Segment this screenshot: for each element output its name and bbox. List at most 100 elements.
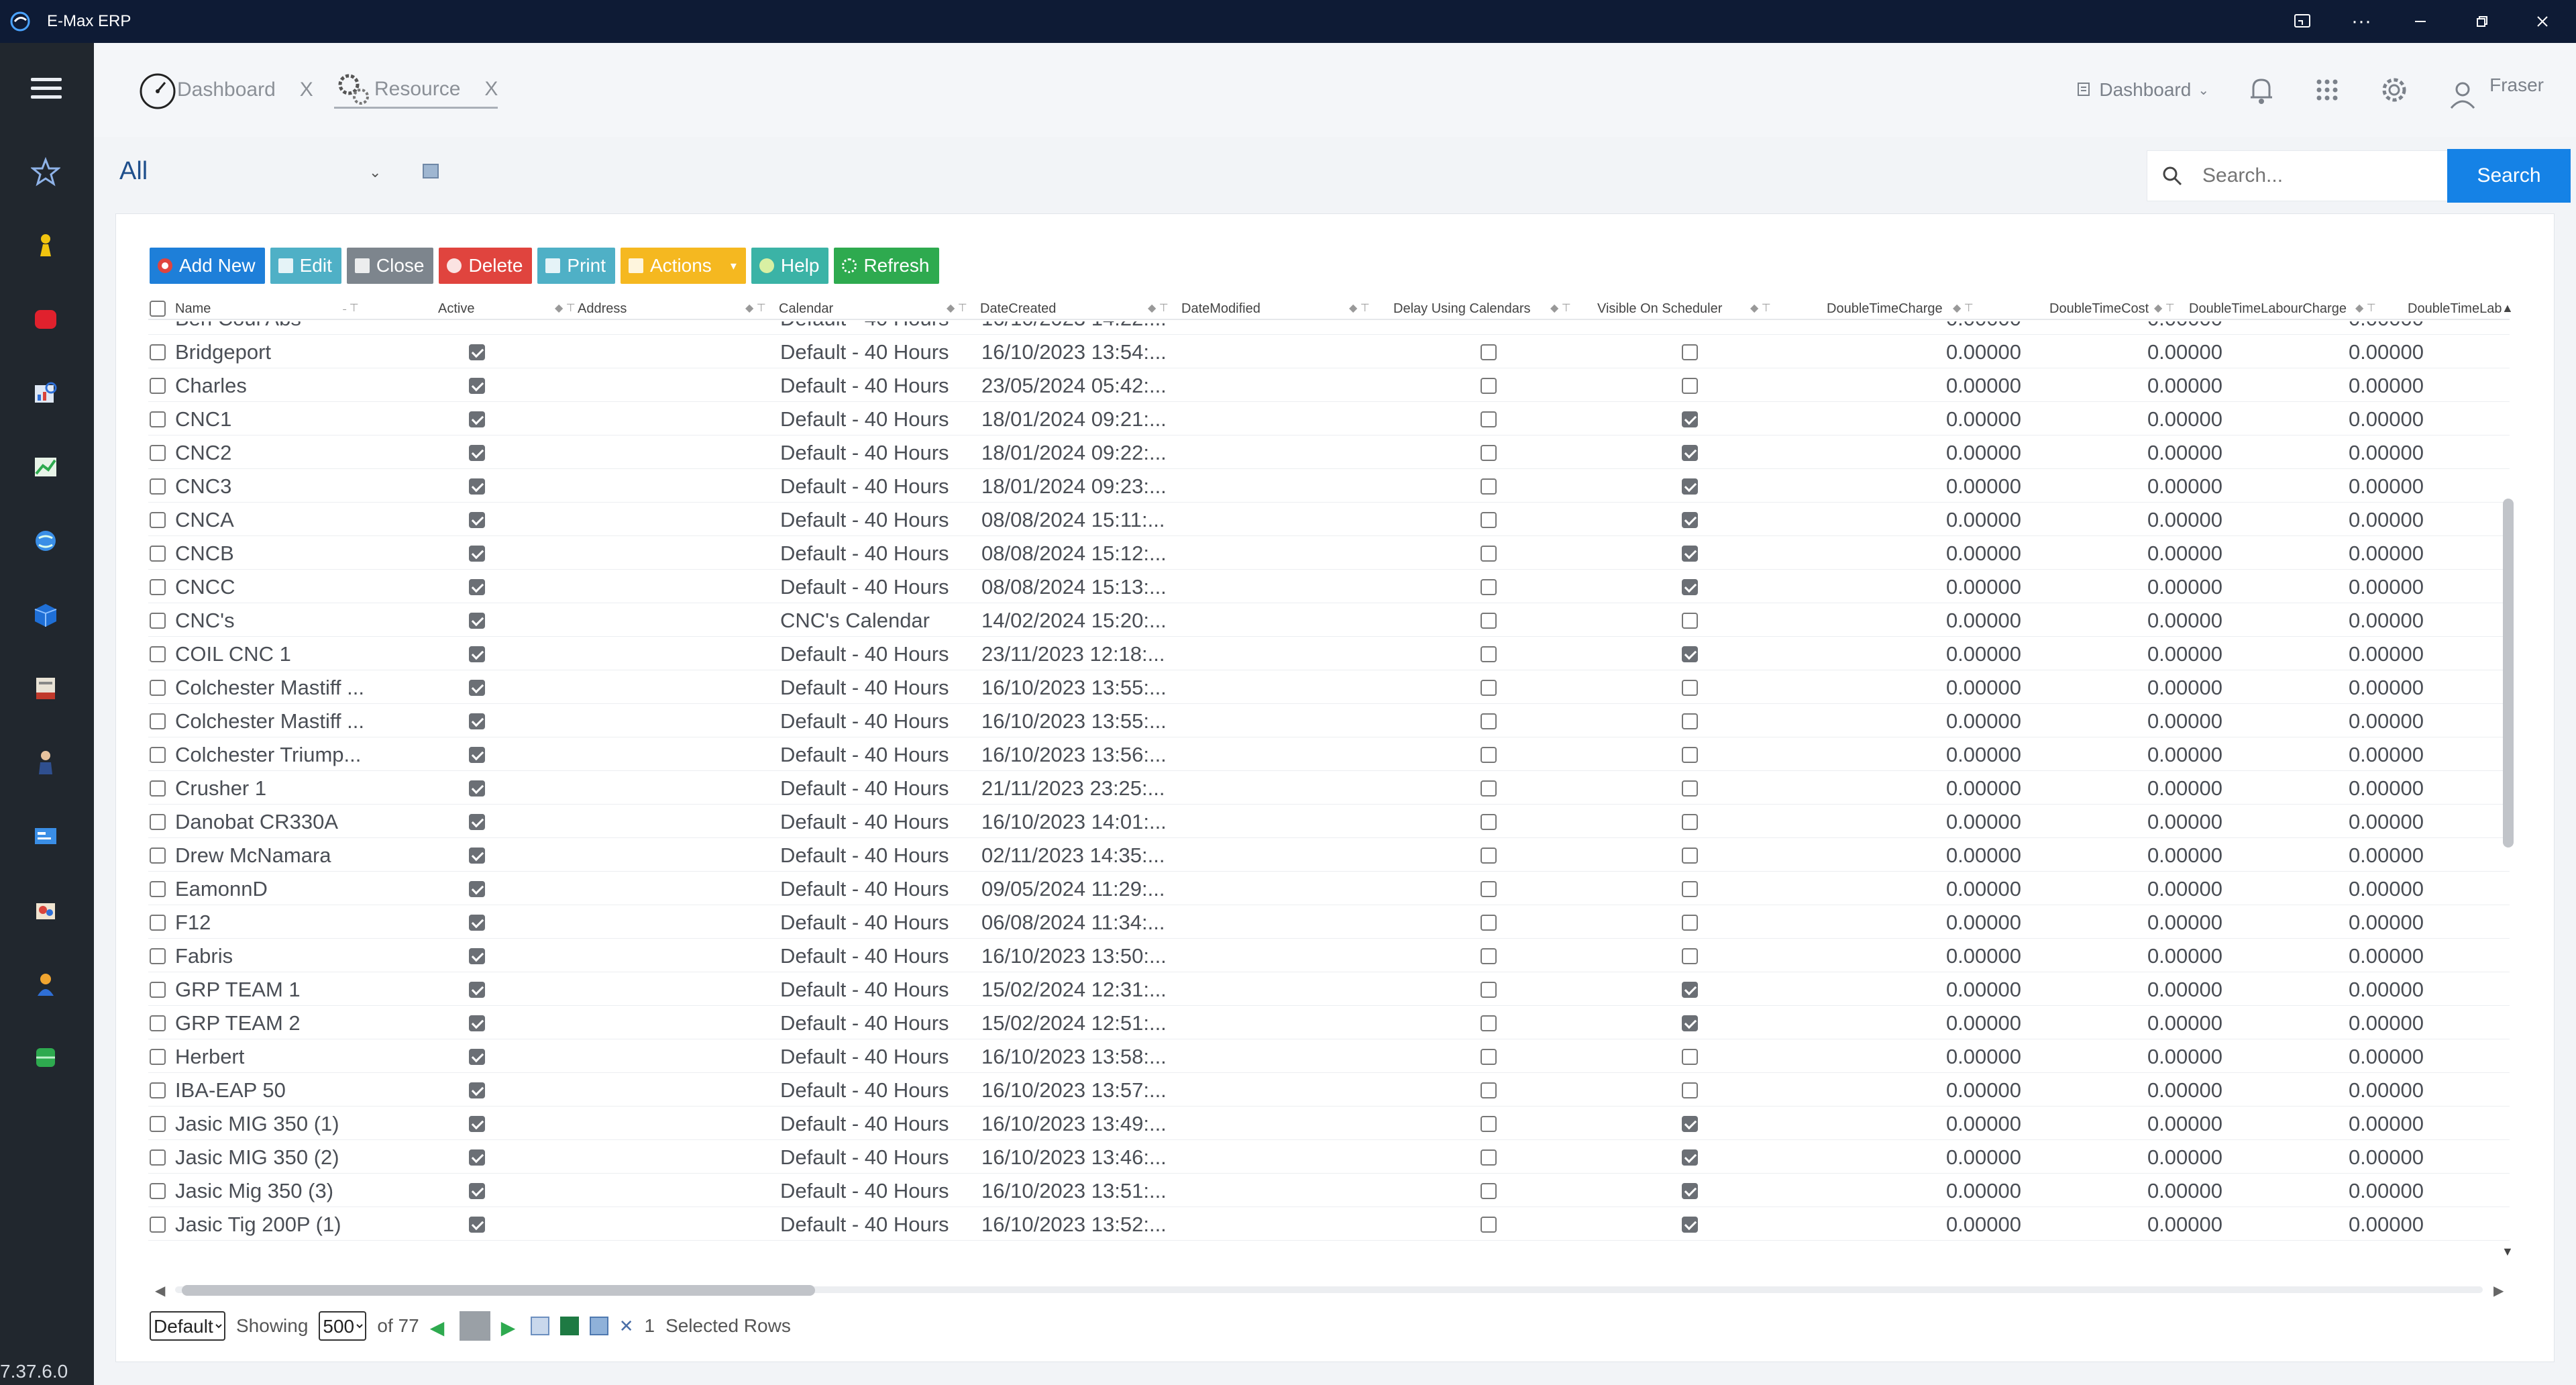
dt-charge-filter-icon[interactable]: ◆ ⊤ <box>1953 301 1974 315</box>
row-select-checkbox[interactable] <box>150 680 166 696</box>
table-row[interactable]: Colchester Mastiff ... Default - 40 Hours… <box>148 704 2510 737</box>
row-select-checkbox[interactable] <box>150 982 166 998</box>
print-button[interactable]: Print <box>537 248 615 284</box>
records-red-icon[interactable] <box>31 305 60 334</box>
table-row-partial[interactable]: Ben Coul Abs Default - 40 Hours 16/10/20… <box>148 321 2510 335</box>
previous-page-icon[interactable]: ◀ <box>430 1317 449 1338</box>
row-select-checkbox[interactable] <box>150 915 166 931</box>
col-dt-labour-header[interactable]: DoubleTimeLabourCharge <box>2189 301 2347 317</box>
row-select-checkbox[interactable] <box>150 1082 166 1098</box>
table-row[interactable]: CNCB Default - 40 Hours 08/08/2024 15:12:.… <box>148 536 2510 570</box>
tab-dashboard[interactable]: Dashboard X <box>138 71 313 109</box>
tab-resource[interactable]: Resource X <box>334 71 498 109</box>
table-row[interactable]: CNCC Default - 40 Hours 08/08/2024 15:13:.… <box>148 570 2510 603</box>
table-row[interactable]: CNC's CNC's Calendar 14/02/2024 15:20:... 0… <box>148 603 2510 637</box>
row-select-checkbox[interactable] <box>150 546 166 562</box>
table-row[interactable]: Jasic TIG 200P (2)Default - 40 Hours16/1… <box>148 1241 2510 1246</box>
col-calendar-header[interactable]: Calendar <box>779 301 833 317</box>
address-filter-icon[interactable]: ◆ ⊤ <box>745 301 766 315</box>
table-row[interactable]: COIL CNC 1 Default - 40 Hours 23/11/2023 1… <box>148 637 2510 670</box>
table-row[interactable]: Bridgeport Default - 40 Hours 16/10/2023 1… <box>148 335 2510 368</box>
table-row[interactable]: Jasic MIG 350 (1) Default - 40 Hours 16/10… <box>148 1107 2510 1140</box>
calendar-filter-icon[interactable]: ◆ ⊤ <box>947 301 967 315</box>
card-icon[interactable] <box>31 821 60 851</box>
search-button[interactable]: Search <box>2447 149 2571 203</box>
globe-icon[interactable] <box>31 526 60 556</box>
table-row[interactable]: Crusher 1 Default - 40 Hours 21/11/2023 23… <box>148 771 2510 805</box>
page-size-select[interactable]: 500 <box>319 1311 367 1341</box>
row-select-checkbox[interactable] <box>150 579 166 595</box>
notifications-bell-icon[interactable] <box>2247 74 2276 105</box>
chart-search-icon[interactable] <box>31 378 60 408</box>
hamburger-menu-icon[interactable] <box>31 78 62 105</box>
col-date-modified-header[interactable]: DateModified <box>1181 301 1260 317</box>
apps-grid-icon[interactable] <box>2314 76 2341 103</box>
row-select-checkbox[interactable] <box>150 646 166 662</box>
row-select-checkbox[interactable] <box>150 378 166 394</box>
dashboard-dropdown[interactable]: Dashboard ⌄ <box>2076 79 2209 101</box>
table-row[interactable]: Colchester Mastiff ... Default - 40 Hours… <box>148 670 2510 704</box>
add-new-button[interactable]: Add New <box>150 248 265 284</box>
vertical-scrollbar[interactable]: ▲ ▼ <box>2498 297 2518 1264</box>
row-select-checkbox[interactable] <box>150 848 166 864</box>
table-row[interactable]: CNCA Default - 40 Hours 08/08/2024 15:11:.… <box>148 503 2510 536</box>
col-date-created-header[interactable]: DateCreated <box>980 301 1056 317</box>
restore-icon[interactable] <box>2466 5 2498 38</box>
inventory-icon[interactable] <box>31 674 60 703</box>
vscroll-thumb[interactable] <box>2503 499 2514 848</box>
row-select-checkbox[interactable] <box>150 747 166 763</box>
col-dt-charge-header[interactable]: DoubleTimeCharge <box>1827 301 1943 317</box>
delete-button[interactable]: Delete <box>439 248 533 284</box>
favorites-star-icon[interactable] <box>31 157 60 187</box>
table-row[interactable]: Colchester Triump... Default - 40 Hours 16… <box>148 737 2510 771</box>
row-select-checkbox[interactable] <box>150 713 166 729</box>
delay-filter-icon[interactable]: ◆ ⊤ <box>1550 301 1571 315</box>
layout-select[interactable]: Default <box>150 1311 225 1341</box>
date-modified-filter-icon[interactable]: ◆ ⊤ <box>1349 301 1370 315</box>
row-select-checkbox[interactable] <box>150 478 166 495</box>
row-select-checkbox[interactable] <box>150 512 166 528</box>
table-row[interactable]: Danobat CR330A Default - 40 Hours 16/10/20… <box>148 805 2510 838</box>
sales-chart-icon[interactable] <box>31 452 60 482</box>
row-select-checkbox[interactable] <box>150 948 166 964</box>
col-visible-header[interactable]: Visible On Scheduler <box>1597 301 1722 317</box>
table-row[interactable]: Drew McNamara Default - 40 Hours 02/11/202… <box>148 838 2510 872</box>
col-active-header[interactable]: Active <box>438 301 474 317</box>
view-settings-icon[interactable] <box>423 164 439 178</box>
scroll-up-icon[interactable]: ▲ <box>2502 301 2514 315</box>
edit-button[interactable]: Edit <box>270 248 341 284</box>
minimize-icon[interactable] <box>2404 5 2436 38</box>
package-icon[interactable] <box>31 895 60 925</box>
row-select-checkbox[interactable] <box>150 881 166 897</box>
dt-cost-filter-icon[interactable]: ◆ ⊤ <box>2154 301 2175 315</box>
next-page-icon[interactable]: ▶ <box>501 1317 520 1338</box>
row-select-checkbox[interactable] <box>150 780 166 797</box>
excel-export-icon[interactable] <box>559 1317 579 1335</box>
hscroll-thumb[interactable] <box>182 1285 815 1296</box>
row-select-checkbox[interactable] <box>150 1015 166 1031</box>
table-row[interactable]: Jasic MIG 350 (2) Default - 40 Hours 16/10… <box>148 1140 2510 1174</box>
table-row[interactable]: GRP TEAM 2 Default - 40 Hours 15/02/2024 1… <box>148 1006 2510 1039</box>
table-row[interactable]: EamonnD Default - 40 Hours 09/05/2024 11:2… <box>148 872 2510 905</box>
table-row[interactable]: GRP TEAM 1 Default - 40 Hours 15/02/2024 1… <box>148 972 2510 1006</box>
date-created-filter-icon[interactable]: ◆ ⊤ <box>1148 301 1169 315</box>
select-all-checkbox[interactable] <box>150 301 166 317</box>
search-input[interactable] <box>2202 164 2417 187</box>
user-support-icon[interactable] <box>31 969 60 998</box>
actions-button[interactable]: Actions ▾ <box>620 248 746 284</box>
row-select-checkbox[interactable] <box>150 613 166 629</box>
scroll-left-icon[interactable]: ◀ <box>155 1282 165 1299</box>
user-menu[interactable]: Fraser <box>2448 61 2544 109</box>
table-row[interactable]: Fabris Default - 40 Hours 16/10/2023 13:50… <box>148 939 2510 972</box>
scroll-right-icon[interactable]: ▶ <box>2493 1282 2504 1299</box>
cast-icon[interactable] <box>2286 5 2318 38</box>
settings-gear-icon[interactable] <box>2378 74 2410 106</box>
table-row[interactable]: IBA-EAP 50 Default - 40 Hours 16/10/2023 1… <box>148 1073 2510 1107</box>
chess-pawn-icon[interactable] <box>31 231 60 260</box>
row-select-checkbox[interactable] <box>150 814 166 830</box>
row-select-checkbox[interactable] <box>150 1116 166 1132</box>
table-row[interactable]: F12 Default - 40 Hours 06/08/2024 11:34:..… <box>148 905 2510 939</box>
help-button[interactable]: Help <box>751 248 829 284</box>
col-dt-lab-header[interactable]: DoubleTimeLab <box>2408 301 2502 317</box>
table-row[interactable]: Charles Default - 40 Hours 23/05/2024 05:4… <box>148 368 2510 402</box>
